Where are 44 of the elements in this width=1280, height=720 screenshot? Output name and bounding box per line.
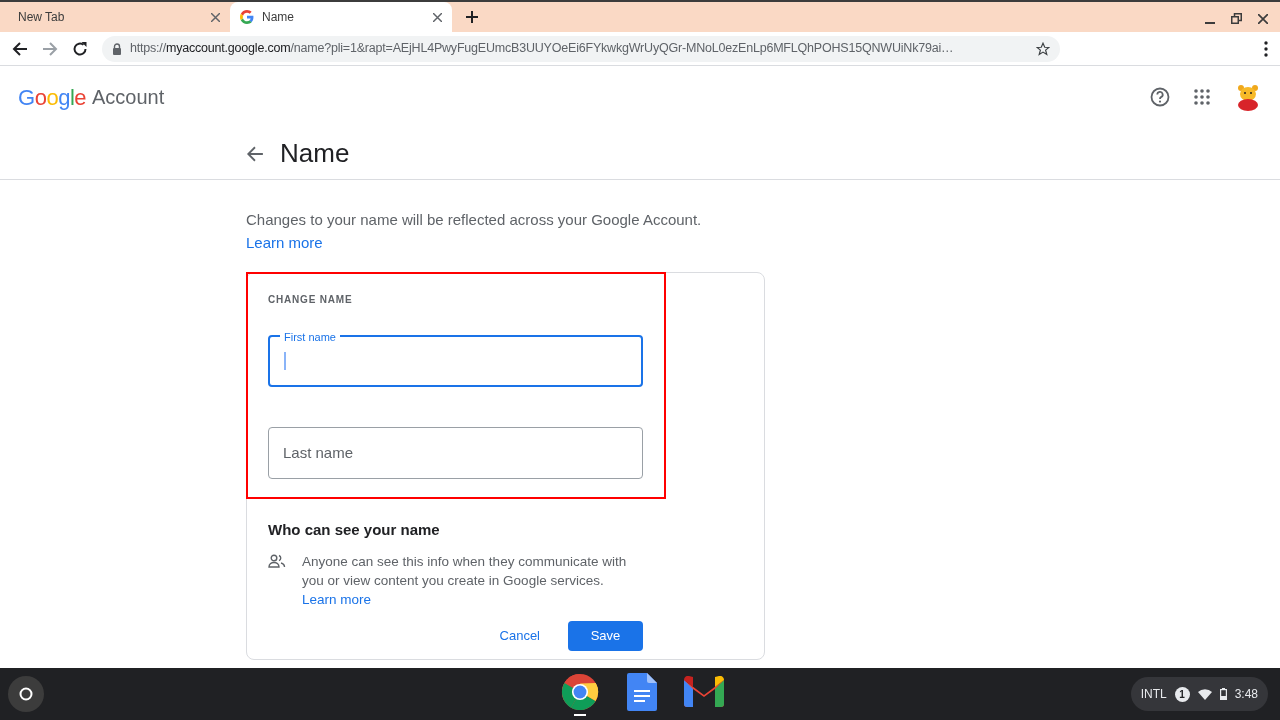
star-icon[interactable]	[1036, 41, 1050, 56]
learn-more-link[interactable]: Learn more	[246, 234, 323, 251]
status-area[interactable]: INTL 1 3:48	[1130, 677, 1268, 711]
input-field[interactable]: Last name	[268, 427, 643, 479]
section-heading: Who can see your name	[268, 520, 441, 540]
mail-icon[interactable]	[684, 675, 725, 708]
ime-indicator: INTL	[1140, 686, 1167, 703]
close-icon[interactable]	[211, 12, 220, 22]
apps-grid-icon[interactable]	[1194, 89, 1210, 105]
section-heading: CHANGE NAME	[268, 293, 354, 307]
chrome-icon[interactable]	[561, 672, 600, 711]
document-icon[interactable]	[627, 672, 658, 711]
clock-time: 3:48	[1234, 686, 1258, 703]
forward-arrow-icon[interactable]	[42, 40, 58, 57]
restore-icon[interactable]	[1231, 13, 1242, 24]
tab-title: Name	[262, 9, 295, 26]
new-tab-icon[interactable]	[466, 11, 478, 23]
google-logo[interactable]: Google	[18, 80, 86, 114]
back-arrow-icon[interactable]	[246, 144, 264, 163]
help-icon[interactable]	[1150, 87, 1170, 107]
circle-icon	[19, 687, 33, 701]
launcher-button[interactable]	[8, 676, 44, 712]
url-text: https://myaccount.google.com/name?pli=1&rapt=AEjHL4PwyFugEUmcB3UUYOeEi6FYkwkgWrUyQGr-MNoL0ezEnLp6MFLQhPOHS15QNWUiNk79ai…	[130, 40, 955, 58]
page-title: Name	[280, 137, 350, 170]
more-vertical-icon[interactable]	[1264, 40, 1268, 57]
cancel-button[interactable]: Cancel	[497, 620, 542, 651]
product-name: Account	[92, 85, 165, 110]
browser-tab[interactable]: Name	[230, 2, 452, 32]
close-icon[interactable]	[433, 12, 442, 22]
tab-title: New Tab	[18, 9, 66, 26]
text-input[interactable]: Last name	[283, 441, 628, 465]
notification-count: 1	[1174, 686, 1190, 702]
address-bar[interactable]: https://myaccount.google.com/name?pli=1&rapt=AEjHL4PwyFugEUmcB3UUYOeEi6FYkwkgWrUyQGr-MNoL0ezEnLp6MFLQhPOHS15QNWUiNk79ai…	[102, 35, 1060, 62]
intro-text: Changes to your name will be reflected across your Google Account. Learn more	[246, 210, 703, 253]
battery-icon	[1219, 688, 1227, 700]
close-icon[interactable]	[1258, 13, 1268, 24]
back-arrow-icon[interactable]	[12, 40, 28, 57]
save-button[interactable]: Save	[568, 620, 643, 651]
visibility-text: Anyone can see this info when they communicate with you or view content you create in Google services. Learn more	[302, 552, 628, 609]
people-icon	[268, 553, 286, 568]
learn-more-link[interactable]: Learn more	[302, 591, 372, 607]
reload-icon[interactable]	[72, 40, 88, 57]
wifi-icon	[1197, 688, 1212, 700]
lock-icon	[112, 42, 122, 55]
